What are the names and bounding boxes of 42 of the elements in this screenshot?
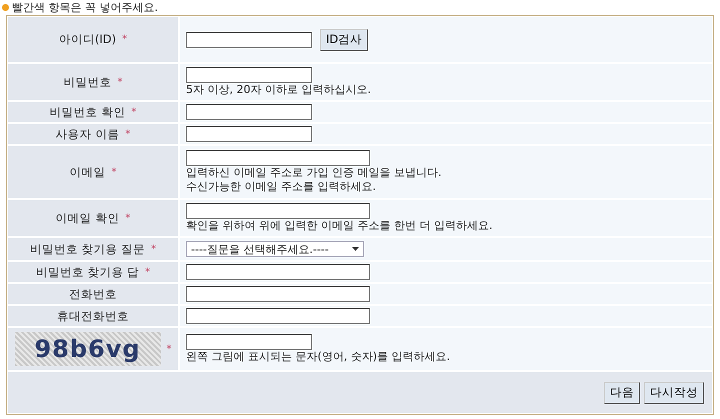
field-label: 아이디(ID) xyxy=(58,32,116,47)
field-label: 비밀번호 xyxy=(64,74,112,90)
hint-text: 확인을 위하여 위에 입력한 이메일 주소를 한번 더 입력하세요. xyxy=(186,219,494,233)
question-dropdown[interactable]: ----질문을 선택해주세요.---- xyxy=(186,241,364,257)
next-button[interactable]: 다음 xyxy=(604,382,640,404)
required-mark: * xyxy=(112,166,116,178)
required-mark: * xyxy=(151,244,156,254)
input-field[interactable] xyxy=(186,264,370,280)
hint-text: 입력하신 이메일 주소로 가입 인증 메일을 보냅니다. xyxy=(186,166,442,180)
field-label: 이메일 xyxy=(70,164,106,180)
input-field[interactable] xyxy=(186,104,312,120)
input-field[interactable] xyxy=(186,32,312,48)
input-field[interactable] xyxy=(186,203,370,219)
field-label: 이메일 확인 xyxy=(56,210,120,226)
required-mark: * xyxy=(145,266,150,278)
reset-button[interactable]: 다시작성 xyxy=(644,382,704,404)
field-label: 비밀번호 찾기용 답 xyxy=(36,264,140,280)
field-label: 전화번호 xyxy=(69,286,117,302)
caret-icon xyxy=(352,247,359,251)
field-label: 사용자 이름 xyxy=(56,126,120,142)
input-field[interactable] xyxy=(186,67,312,83)
notice-text: 빨간색 항목은 꼭 넣어주세요. xyxy=(12,0,158,15)
field-label: 휴대전화번호 xyxy=(57,308,129,324)
captcha-image: 98b6vg xyxy=(14,332,160,366)
input-field[interactable] xyxy=(186,150,370,166)
input-field[interactable] xyxy=(186,286,370,302)
field-label: 비밀번호 찾기용 질문 xyxy=(30,242,146,256)
required-mark: * xyxy=(122,34,128,45)
hint-text: 왼쪽 그림에 표시되는 문자(영어, 숫자)를 입력하세요. xyxy=(186,350,452,364)
hint-text: 5자 이상, 20자 이하로 입력하십시오. xyxy=(186,83,372,97)
required-mark: * xyxy=(131,106,136,118)
hint-text: 수신가능한 이메일 주소를 입력하세요. xyxy=(186,180,377,194)
bullet-icon xyxy=(2,4,9,11)
field-label: 비밀번호 확인 xyxy=(50,104,126,120)
required-mark: * xyxy=(125,212,130,224)
input-field[interactable] xyxy=(186,308,370,324)
required-mark: * xyxy=(166,344,172,354)
input-field[interactable] xyxy=(186,334,312,350)
id-check-button[interactable]: ID검사 xyxy=(320,28,368,50)
required-mark: * xyxy=(125,128,130,140)
input-field[interactable] xyxy=(186,126,312,142)
required-mark: * xyxy=(118,76,122,88)
